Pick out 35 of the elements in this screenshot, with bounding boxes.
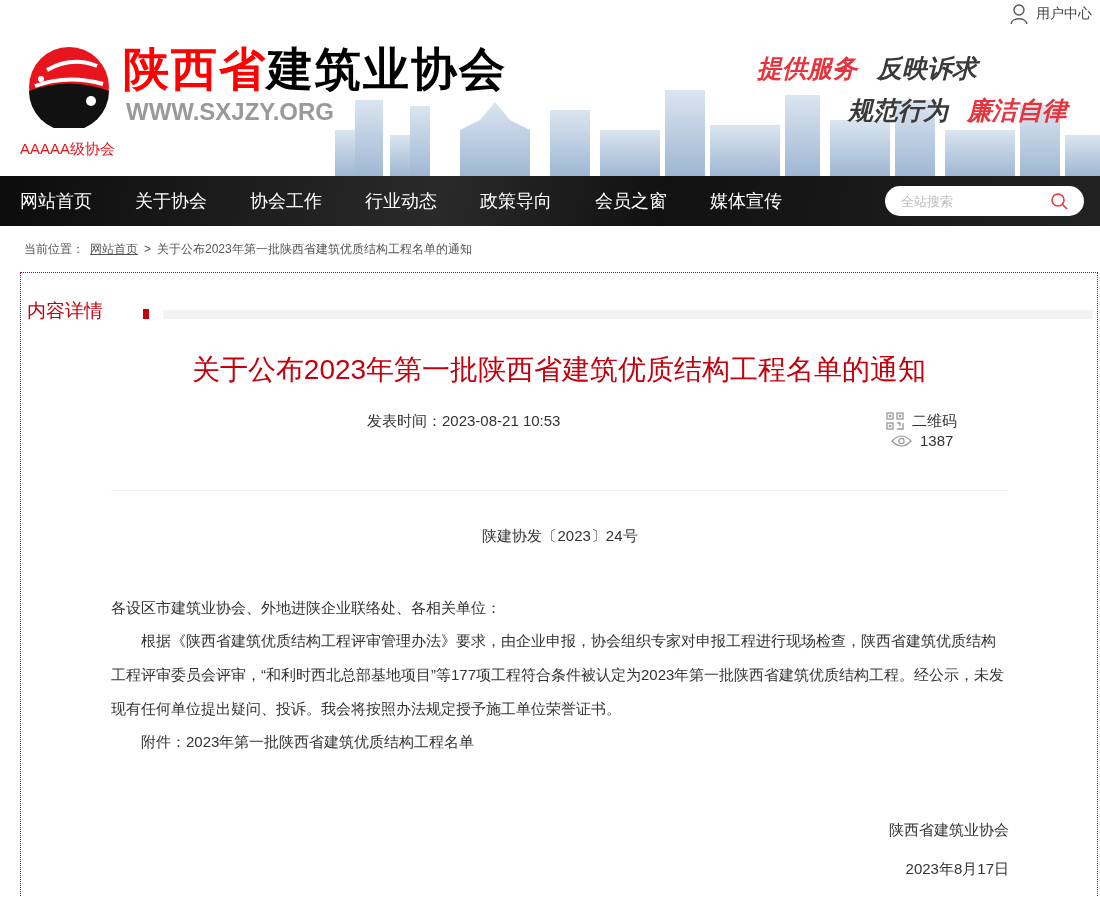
breadcrumb-label: 当前位置： <box>24 241 84 258</box>
nav-link[interactable]: 媒体宣传 <box>710 176 825 226</box>
nav-link[interactable]: 行业动态 <box>365 176 480 226</box>
body-paragraph: 附件：2023年第一批陕西省建筑优质结构工程名单 <box>140 731 476 752</box>
search-icon[interactable] <box>1051 193 1068 210</box>
logo-url: WWW.SXJZY.ORG <box>126 100 334 124</box>
user-icon <box>1010 3 1028 24</box>
breadcrumb-link[interactable]: 网站首页 <box>90 240 138 258</box>
nav-link[interactable]: 协会工作 <box>250 176 365 226</box>
user-center-link[interactable]: 用户中心 <box>1010 3 1092 24</box>
nav-link[interactable]: 政策导向 <box>480 176 595 226</box>
search-field[interactable]: 全站搜索 <box>885 186 1084 216</box>
body-paragraph: 根据《陕西省建筑优质结构工程评审管理办法》要求，由企业申报，协会组织专家对申报工程进行现场检查，陕西省建筑优质结构工程评审委员会评审，“和利时西北总部基地项目”等177项工程符合条件被认定为2023年第一批陕西省建筑优质结构工程。经公示，未发现有任何单位提出疑问、投诉。我会将按照办法规定授予施工单位荣誉证书。 <box>111 630 1006 719</box>
signature-text: 陕西省建筑业协会 <box>888 819 1009 840</box>
document-number: 陕建协发〔2023〕24号 <box>481 525 639 546</box>
nav-link[interactable]: 关于协会 <box>135 176 250 226</box>
nav-link[interactable]: 会员之窗 <box>595 176 710 226</box>
view-count: 1387 <box>920 430 954 451</box>
logo-icon <box>27 46 111 128</box>
qr-code-icon[interactable] <box>886 411 904 430</box>
section-title: 内容详情 <box>27 299 104 323</box>
date-text: 2023年8月17日 <box>904 858 1009 879</box>
article-title: 关于公布2023年第一批陕西省建筑优质结构工程名单的通知 <box>190 352 928 387</box>
eye-icon <box>891 434 912 447</box>
slogan-text: 规范行为 <box>848 98 948 123</box>
section-marker <box>143 309 149 320</box>
qr-code-label[interactable]: 二维码 <box>912 409 957 432</box>
slogan-text: 提供服务 <box>757 56 857 81</box>
breadcrumb-current: 关于公布2023年第一批陕西省建筑优质结构工程名单的通知 <box>157 241 472 258</box>
grade-label: AAAAA级协会 <box>20 139 116 159</box>
publish-time: 发表时间：2023-08-21 10:53 <box>367 410 561 431</box>
salutation-text: 各设区市建筑业协会、外地进陕企业联络处、各相关单位： <box>111 597 502 618</box>
breadcrumb-separator: > <box>144 241 151 258</box>
nav-link[interactable]: 网站首页 <box>20 176 135 226</box>
logo-text: 建筑业协会 <box>267 46 507 92</box>
